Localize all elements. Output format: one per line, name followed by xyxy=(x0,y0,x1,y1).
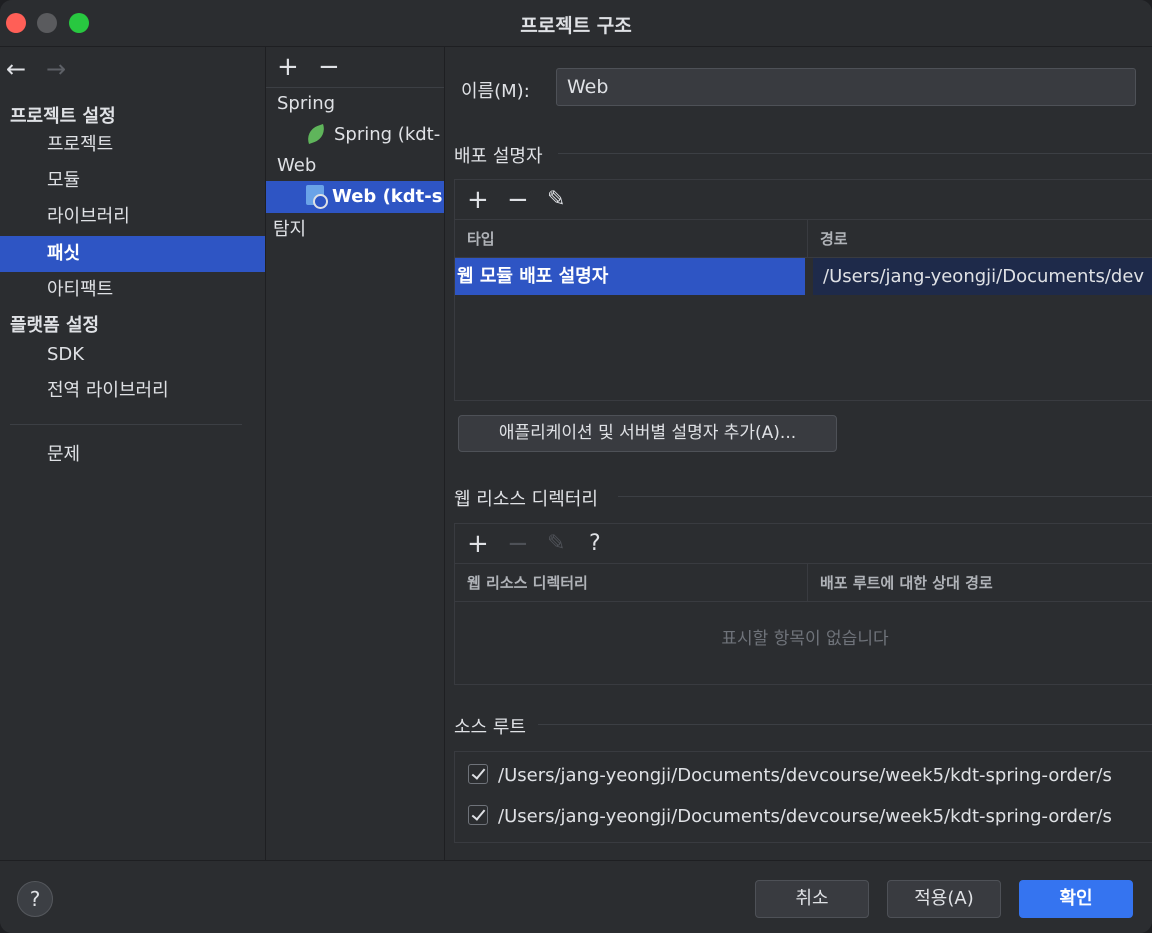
nav-item-artifacts[interactable]: 아티팩트 xyxy=(0,272,265,308)
nav-item-project[interactable]: 프로젝트 xyxy=(0,127,265,163)
source-root-item[interactable]: /Users/jang-yeongji/Documents/devcourse/… xyxy=(468,764,1112,788)
tree-group-web[interactable]: Web xyxy=(277,150,316,182)
back-arrow-icon[interactable]: ← xyxy=(6,57,26,81)
tree-item-label: Web xyxy=(277,155,317,176)
add-server-descriptor-button[interactable]: 애플리케이션 및 서버별 설명자 추가(A)... xyxy=(458,415,837,452)
edit-pencil-icon[interactable]: ✎ xyxy=(547,186,565,214)
platform-settings-heading: 플랫폼 설정 xyxy=(10,315,100,336)
source-roots-heading: 소스 루트 xyxy=(454,717,526,738)
nav-item-facets[interactable]: 패싯 xyxy=(0,236,265,272)
tree-item-label: Web (kdt-sp xyxy=(332,186,445,207)
spring-leaf-icon xyxy=(304,124,328,144)
name-label: 이름(M): xyxy=(461,81,530,102)
dialog-button-bar: ? 취소 적용(A) 확인 xyxy=(0,860,1152,933)
name-input[interactable]: Web xyxy=(556,68,1136,106)
facet-tree-panel: + − Spring Spring (kdt- Web Web (kdt-sp … xyxy=(265,47,445,860)
nav-item-libraries[interactable]: 라이브러리 xyxy=(0,199,265,235)
web-resources-toolbar: + − ✎ ? xyxy=(455,524,1152,564)
web-resources-heading: 웹 리소스 디렉터리 xyxy=(454,489,598,510)
project-structure-dialog: 프로젝트 구조 ← → 프로젝트 설정 프로젝트 모듈 라이브러리 패싯 아티팩… xyxy=(0,0,1152,933)
add-facet-button[interactable]: + xyxy=(277,54,299,80)
nav-item-sdk[interactable]: SDK xyxy=(0,337,265,373)
group-divider xyxy=(558,153,1152,154)
column-header-path[interactable]: 경로 xyxy=(808,220,1152,258)
remove-icon[interactable]: − xyxy=(507,186,529,214)
forward-arrow-icon[interactable]: → xyxy=(46,57,66,81)
column-header-relative-path[interactable]: 배포 루트에 대한 상대 경로 xyxy=(808,564,1152,602)
tree-item-label: 탐지 xyxy=(273,219,307,240)
help-button[interactable]: ? xyxy=(17,881,53,917)
tree-item-detection[interactable]: 탐지 xyxy=(273,214,306,246)
source-root-path: /Users/jang-yeongji/Documents/devcourse/… xyxy=(498,765,1112,786)
table-row-type[interactable]: 웹 모듈 배포 설명자 xyxy=(455,258,805,295)
checkbox-checked-icon[interactable] xyxy=(468,764,488,784)
tree-item-web-facet[interactable]: Web (kdt-sp xyxy=(266,181,445,213)
deployment-descriptors-heading: 배포 설명자 xyxy=(454,146,543,167)
tree-group-spring[interactable]: Spring xyxy=(277,88,335,120)
source-root-path: /Users/jang-yeongji/Documents/devcourse/… xyxy=(498,806,1112,827)
column-header-web-resource-dir[interactable]: 웹 리소스 디렉터리 xyxy=(455,564,807,602)
group-divider xyxy=(618,496,1152,497)
edit-pencil-icon[interactable]: ✎ xyxy=(547,530,565,558)
group-divider xyxy=(538,724,1152,725)
column-header-type[interactable]: 타입 xyxy=(455,220,807,258)
ok-button[interactable]: 확인 xyxy=(1019,880,1133,918)
nav-divider xyxy=(10,424,242,425)
project-settings-heading: 프로젝트 설정 xyxy=(10,106,116,127)
deployment-descriptors-table: + − ✎ 타입 경로 웹 모듈 배포 설명자 /Users/jang-yeon… xyxy=(454,179,1152,401)
source-root-item[interactable]: /Users/jang-yeongji/Documents/devcourse/… xyxy=(468,805,1112,829)
tree-item-spring-facet[interactable]: Spring (kdt- xyxy=(304,119,441,151)
checkbox-checked-icon[interactable] xyxy=(468,805,488,825)
add-icon[interactable]: + xyxy=(467,186,489,214)
tree-item-label: Spring (kdt- xyxy=(334,124,441,145)
nav-item-modules[interactable]: 모듈 xyxy=(0,163,265,199)
window-title: 프로젝트 구조 xyxy=(520,15,632,37)
table-row-path[interactable]: /Users/jang-yeongji/Documents/dev xyxy=(813,258,1152,295)
add-icon[interactable]: + xyxy=(467,530,489,558)
web-facet-icon xyxy=(306,185,328,209)
facet-settings-panel: 이름(M): Web 배포 설명자 + − ✎ 타입 경로 웹 모듈 배포 설명… xyxy=(446,47,1152,860)
settings-navigation: ← → 프로젝트 설정 프로젝트 모듈 라이브러리 패싯 아티팩트 플랫폼 설정… xyxy=(0,47,265,860)
tree-item-label: Spring xyxy=(277,93,336,114)
help-question-icon[interactable]: ? xyxy=(589,530,601,558)
web-resources-table: + − ✎ ? 웹 리소스 디렉터리 배포 루트에 대한 상대 경로 표시할 항… xyxy=(454,523,1152,685)
title-bar: 프로젝트 구조 xyxy=(0,0,1152,47)
remove-facet-button[interactable]: − xyxy=(318,54,340,80)
cancel-button[interactable]: 취소 xyxy=(755,880,869,918)
nav-item-problems[interactable]: 문제 xyxy=(0,437,265,473)
apply-button[interactable]: 적용(A) xyxy=(887,880,1001,918)
remove-icon[interactable]: − xyxy=(507,530,529,558)
empty-table-message: 표시할 항목이 없습니다 xyxy=(721,629,889,649)
nav-item-global-libraries[interactable]: 전역 라이브러리 xyxy=(0,373,265,409)
descriptors-toolbar: + − ✎ xyxy=(455,180,1152,220)
